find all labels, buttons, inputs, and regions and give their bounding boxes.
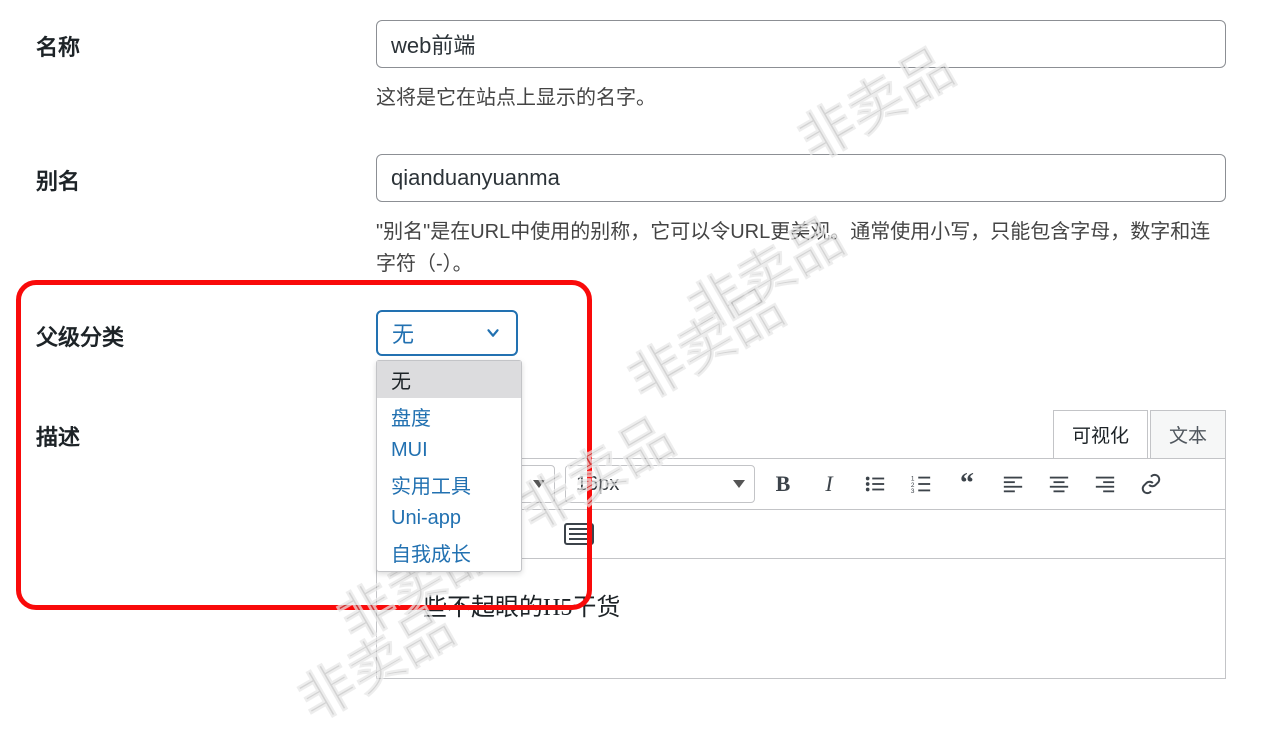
slug-label: 别名: [36, 154, 376, 196]
name-row: 名称 这将是它在站点上显示的名字。: [36, 20, 1244, 114]
name-label: 名称: [36, 20, 376, 62]
bold-button[interactable]: B: [765, 466, 801, 502]
name-help: 这将是它在站点上显示的名字。: [376, 82, 1226, 114]
align-center-button[interactable]: [1041, 466, 1077, 502]
parent-row: 父级分类 无 无 盘度 MUI 实用工具 Uni-app 自我成长: [36, 310, 1244, 356]
parent-option[interactable]: Uni-app: [377, 503, 521, 534]
keyboard-toggle-button[interactable]: [561, 516, 597, 552]
parent-option[interactable]: 实用工具: [377, 466, 521, 503]
align-left-button[interactable]: [995, 466, 1031, 502]
align-right-button[interactable]: [1087, 466, 1123, 502]
desc-label: 描述: [36, 410, 376, 452]
parent-label: 父级分类: [36, 310, 376, 352]
keyboard-icon: [564, 523, 594, 545]
numbered-list-button[interactable]: 123: [903, 466, 939, 502]
editor-content[interactable]: 一些不起眼的H5干货: [376, 559, 1226, 679]
link-button[interactable]: [1133, 466, 1169, 502]
parent-option[interactable]: 自我成长: [377, 534, 521, 571]
parent-option[interactable]: 盘度: [377, 398, 521, 435]
parent-select[interactable]: 无: [376, 310, 518, 356]
italic-button[interactable]: I: [811, 466, 847, 502]
tab-text[interactable]: 文本: [1150, 410, 1226, 458]
bullet-list-button[interactable]: [857, 466, 893, 502]
parent-option[interactable]: 无: [377, 361, 521, 398]
parent-option[interactable]: MUI: [377, 435, 521, 466]
chevron-down-icon: [484, 324, 502, 342]
slug-row: 别名 "别名"是在URL中使用的别称，它可以令URL更美观。通常使用小写，只能包…: [36, 154, 1244, 280]
parent-selected-value: 无: [392, 317, 414, 349]
slug-help: "别名"是在URL中使用的别称，它可以令URL更美观。通常使用小写，只能包含字母…: [376, 216, 1226, 280]
name-input[interactable]: [376, 20, 1226, 68]
svg-text:3: 3: [911, 488, 915, 495]
blockquote-button[interactable]: “: [949, 466, 985, 502]
parent-dropdown: 无 盘度 MUI 实用工具 Uni-app 自我成长: [376, 360, 522, 572]
tab-visual[interactable]: 可视化: [1053, 410, 1148, 458]
fontsize-select[interactable]: 16px: [565, 465, 755, 503]
desc-row: 描述 可视化 文本 16px B I 123: [36, 410, 1244, 679]
slug-input[interactable]: [376, 154, 1226, 202]
